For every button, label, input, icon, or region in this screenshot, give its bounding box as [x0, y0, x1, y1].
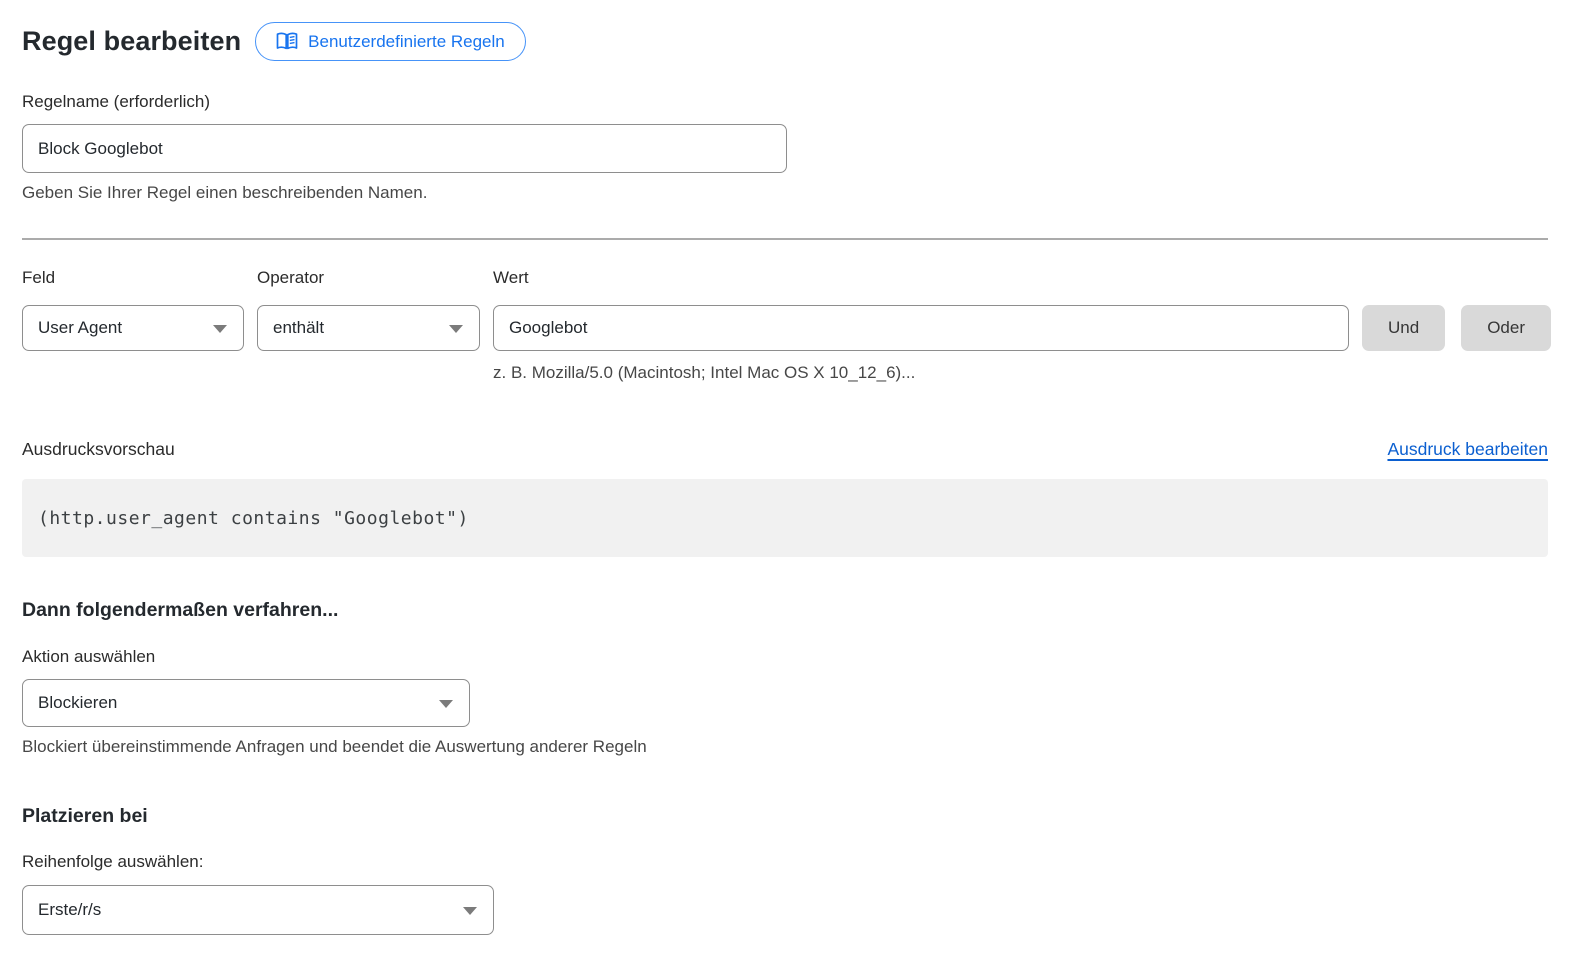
expression-code: (http.user_agent contains "Googlebot"): [38, 508, 469, 529]
placement-label: Reihenfolge auswählen:: [22, 852, 1548, 872]
value-input[interactable]: [493, 305, 1349, 351]
operator-select-value: enthält: [273, 318, 324, 338]
expression-code-box: (http.user_agent contains "Googlebot"): [22, 479, 1548, 557]
action-select[interactable]: Blockieren: [22, 679, 470, 727]
expression-preview-label: Ausdrucksvorschau: [22, 439, 175, 460]
operator-select[interactable]: enthält: [257, 305, 480, 351]
value-label: Wert: [493, 268, 1349, 288]
rule-name-input[interactable]: [22, 124, 787, 173]
edit-expression-link[interactable]: Ausdruck bearbeiten: [1387, 439, 1548, 460]
rule-name-helper: Geben Sie Ihrer Regel einen beschreibend…: [22, 183, 1548, 203]
chevron-down-icon: [213, 325, 227, 333]
field-select-value: User Agent: [38, 318, 122, 338]
chevron-down-icon: [449, 325, 463, 333]
page-header: Regel bearbeiten Benutzerdefinierte Rege…: [22, 22, 1548, 61]
action-label: Aktion auswählen: [22, 647, 1548, 667]
action-select-value: Blockieren: [38, 693, 117, 713]
field-label: Feld: [22, 268, 244, 288]
open-book-icon: [276, 32, 298, 51]
action-helper: Blockiert übereinstimmende Anfragen und …: [22, 737, 1548, 757]
order-select-value: Erste/r/s: [38, 900, 101, 920]
placement-heading: Platzieren bei: [22, 805, 1548, 828]
rule-name-label: Regelname (erforderlich): [22, 92, 210, 111]
placement-section: Platzieren bei Reihenfolge auswählen: Er…: [22, 805, 1548, 935]
rule-name-section: Regelname (erforderlich) Geben Sie Ihrer…: [22, 92, 1548, 203]
condition-value-column: Wert z. B. Mozilla/5.0 (Macintosh; Intel…: [493, 268, 1349, 383]
custom-rules-docs-button-label: Benutzerdefinierte Regeln: [308, 32, 505, 52]
section-divider: [22, 238, 1548, 240]
and-button[interactable]: Und: [1362, 305, 1445, 351]
edit-rule-page: Regel bearbeiten Benutzerdefinierte Rege…: [0, 0, 1570, 956]
expression-preview-header: Ausdrucksvorschau Ausdruck bearbeiten: [22, 439, 1548, 460]
field-select[interactable]: User Agent: [22, 305, 244, 351]
action-heading: Dann folgendermaßen verfahren...: [22, 599, 1548, 622]
custom-rules-docs-button[interactable]: Benutzerdefinierte Regeln: [255, 22, 526, 61]
page-title: Regel bearbeiten: [22, 26, 241, 57]
condition-row: Feld User Agent Operator enthält Wert z.…: [22, 268, 1548, 383]
or-button[interactable]: Oder: [1461, 305, 1551, 351]
operator-label: Operator: [257, 268, 480, 288]
action-section: Dann folgendermaßen verfahren... Aktion …: [22, 599, 1548, 757]
chevron-down-icon: [439, 700, 453, 708]
order-select[interactable]: Erste/r/s: [22, 885, 494, 935]
value-helper: z. B. Mozilla/5.0 (Macintosh; Intel Mac …: [493, 363, 1349, 383]
condition-operator-column: Operator enthält: [257, 268, 480, 351]
condition-field-column: Feld User Agent: [22, 268, 244, 351]
chevron-down-icon: [463, 907, 477, 915]
